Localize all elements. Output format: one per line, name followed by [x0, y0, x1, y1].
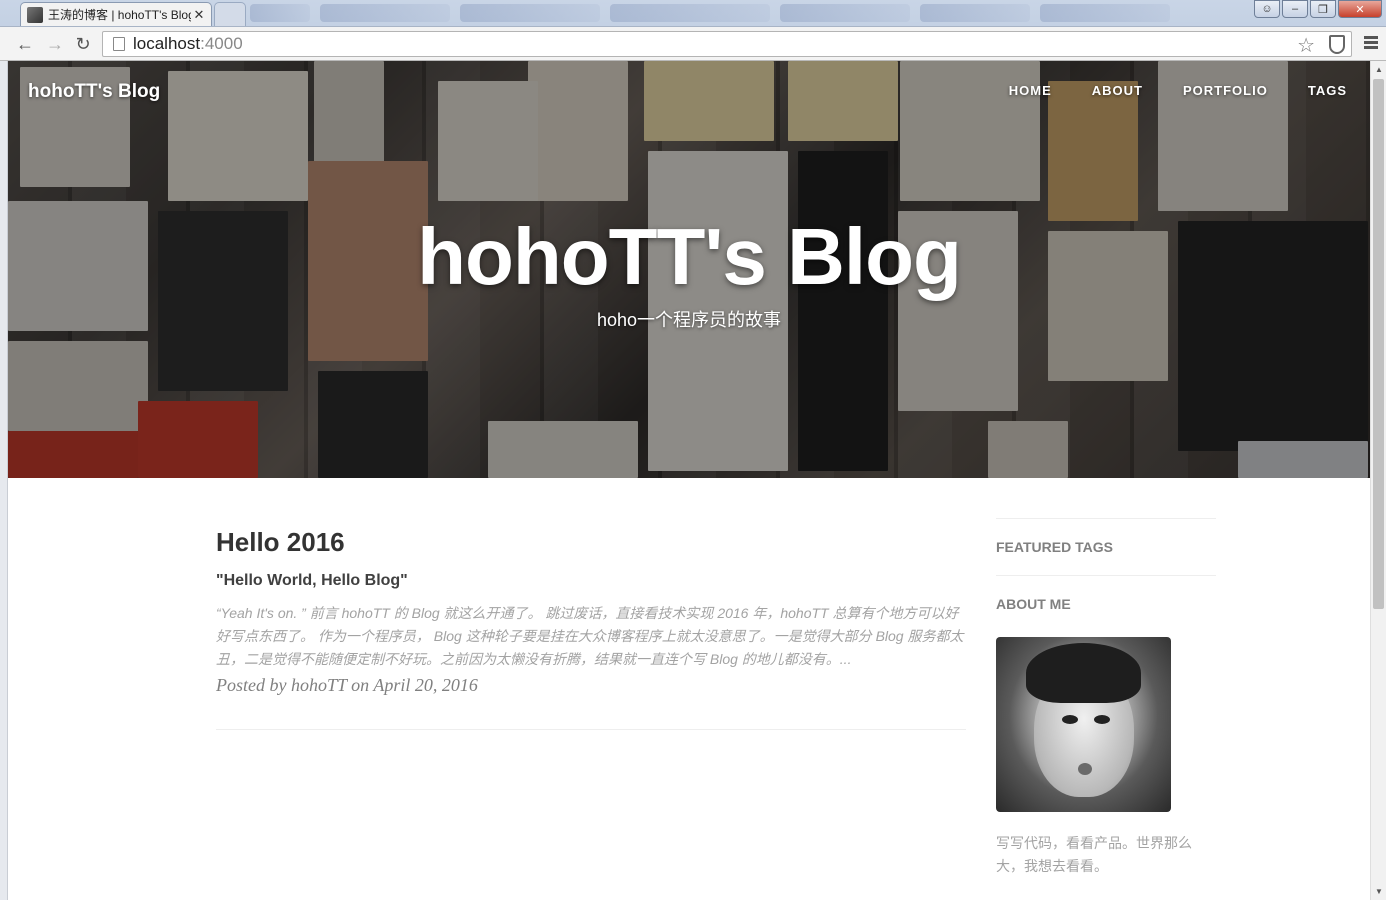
divider	[216, 729, 966, 730]
new-tab-button[interactable]	[214, 2, 246, 26]
scroll-up-icon[interactable]: ▲	[1375, 65, 1383, 74]
avatar	[996, 637, 1171, 812]
star-icon[interactable]: ☆	[1297, 33, 1315, 58]
tab-blurred[interactable]	[250, 4, 310, 22]
window-edge	[0, 61, 8, 900]
post-title[interactable]: Hello 2016	[216, 527, 966, 558]
user-icon[interactable]: ☺	[1254, 0, 1280, 18]
site-nav: HOME ABOUT PORTFOLIO TAGS	[989, 83, 1367, 98]
minimize-icon[interactable]: –	[1282, 0, 1308, 18]
tab-blurred[interactable]	[610, 4, 770, 22]
tab-blurred[interactable]	[320, 4, 450, 22]
post-subtitle[interactable]: "Hello World, Hello Blog"	[216, 572, 966, 590]
url-host: localhost	[133, 34, 201, 53]
page-icon	[113, 37, 125, 51]
about-me-heading: ABOUT ME	[996, 596, 1071, 612]
scrollbar[interactable]: ▲ ▼	[1370, 61, 1386, 900]
browser-chrome: 王涛的博客 | hohoTT's Blog ✕ ☺ – ❐ ✕ ← → ↻ lo…	[0, 0, 1386, 61]
hero-header: hohoTT's Blog HOME ABOUT PORTFOLIO TAGS …	[8, 61, 1370, 478]
post-excerpt: “Yeah It's on. ” 前言 hohoTT 的 Blog 就这么开通了…	[216, 605, 964, 667]
post-preview[interactable]: Hello 2016 "Hello World, Hello Blog" “Ye…	[216, 527, 966, 696]
scroll-down-icon[interactable]: ▼	[1375, 887, 1383, 896]
featured-tags-heading: FEATURED TAGS	[996, 539, 1113, 555]
nav-tags[interactable]: TAGS	[1288, 83, 1367, 98]
browser-toolbar: ← → ↻ localhost :4000 ☆	[0, 26, 1386, 61]
url-port: :4000	[200, 34, 243, 53]
tab-close-icon[interactable]: ✕	[191, 7, 207, 23]
nav-home[interactable]: HOME	[989, 83, 1072, 98]
tab-active[interactable]: 王涛的博客 | hohoTT's Blog ✕	[20, 2, 212, 26]
window-controls: ☺ – ❐ ✕	[1254, 0, 1382, 18]
hero-subtitle: hoho一个程序员的故事	[596, 310, 782, 330]
nav-portfolio[interactable]: PORTFOLIO	[1163, 83, 1288, 98]
shield-icon[interactable]	[1329, 35, 1345, 54]
post-meta: Posted by hohoTT on April 20, 2016	[216, 675, 478, 695]
site-brand[interactable]: hohoTT's Blog	[28, 81, 160, 103]
reload-icon[interactable]: ↻	[70, 32, 96, 56]
restore-icon[interactable]: ❐	[1310, 0, 1336, 18]
tab-blurred[interactable]	[920, 4, 1030, 22]
close-icon[interactable]: ✕	[1338, 0, 1382, 18]
nav-about[interactable]: ABOUT	[1072, 83, 1163, 98]
address-bar[interactable]: localhost :4000 ☆	[102, 31, 1352, 57]
scroll-thumb[interactable]	[1373, 79, 1384, 609]
tab-blurred[interactable]	[460, 4, 600, 22]
about-me-text: 写写代码，看看产品。世界那么大，我想去看看。	[996, 835, 1192, 874]
forward-icon[interactable]: →	[42, 32, 68, 56]
tab-blurred[interactable]	[1040, 4, 1170, 22]
menu-icon[interactable]	[1364, 36, 1378, 51]
sidebar: FEATURED TAGS ABOUT ME 写写代码，看看产品。世界那么大，我…	[996, 518, 1216, 878]
tab-blurred[interactable]	[780, 4, 910, 22]
hero-title: hohoTT's Blog	[417, 212, 962, 301]
back-icon[interactable]: ←	[12, 32, 38, 56]
page-viewport: hohoTT's Blog HOME ABOUT PORTFOLIO TAGS …	[8, 61, 1370, 900]
tab-title: 王涛的博客 | hohoTT's Blog	[48, 8, 191, 22]
favicon-icon	[27, 6, 43, 23]
tab-strip: 王涛的博客 | hohoTT's Blog ✕ ☺ – ❐ ✕	[0, 0, 1386, 26]
